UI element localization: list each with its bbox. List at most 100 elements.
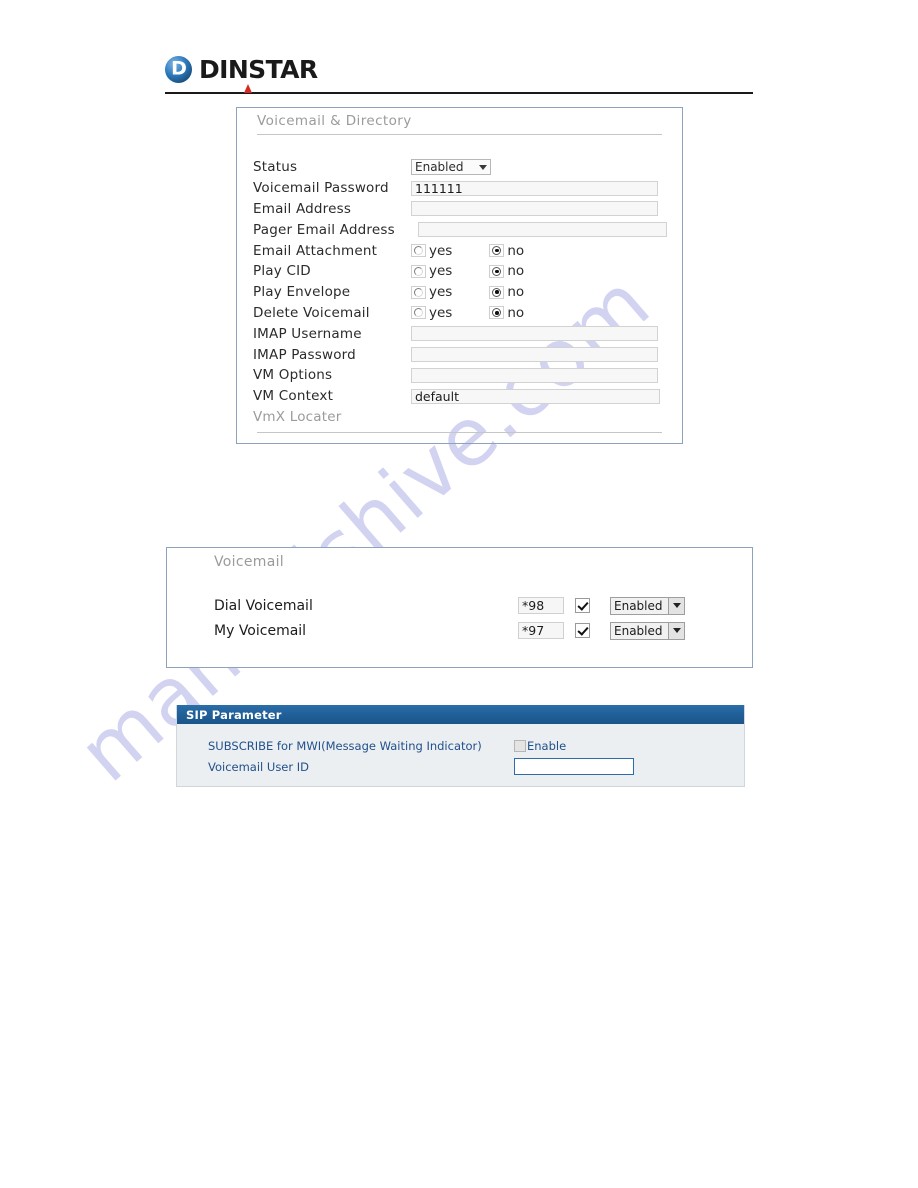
delete-voicemail-radio-no[interactable]: no (489, 305, 524, 321)
panel-title: Voicemail & Directory (257, 113, 412, 129)
label-delete-voicemail: Delete Voicemail (253, 304, 370, 321)
voicemail-directory-form: Status Enabled Voicemail Password 111111… (253, 157, 668, 427)
radio-unselected-icon (411, 244, 426, 258)
form-row-email-address: Email Address (253, 199, 668, 220)
vm-options-input[interactable] (411, 367, 658, 383)
panel-title: SIP Parameter (186, 707, 282, 722)
sip-parameter-body: SUBSCRIBE for MWI(Message Waiting Indica… (177, 724, 744, 775)
label-vm-context: VM Context (253, 388, 334, 405)
radio-label-no: no (507, 284, 525, 301)
radio-label-yes: yes (429, 304, 453, 321)
radio-label-yes: yes (429, 284, 453, 301)
play-cid-radio-yes[interactable]: yes (411, 263, 452, 279)
radio-selected-icon (489, 244, 505, 258)
subscribe-mwi-checkbox[interactable] (514, 739, 526, 752)
radio-label-yes: yes (429, 242, 453, 259)
vm-context-input[interactable]: default (411, 388, 660, 404)
imap-password-input[interactable] (411, 347, 658, 363)
label-imap-password: IMAP Password (253, 346, 356, 363)
email-address-input[interactable] (411, 201, 658, 217)
radio-unselected-icon (411, 264, 426, 278)
radio-label-yes: yes (429, 263, 453, 280)
subscribe-mwi-enable-label: Enable (527, 738, 567, 753)
radio-label-no: no (507, 304, 525, 321)
panel-title-divider (257, 134, 662, 135)
delete-voicemail-radio-yes[interactable]: yes (411, 305, 452, 321)
label-email-address: Email Address (253, 200, 352, 217)
logo-accent-triangle-icon (244, 84, 252, 93)
label-vm-options: VM Options (253, 367, 333, 384)
play-envelope-radio-yes[interactable]: yes (411, 284, 452, 300)
panel-bottom-divider (257, 432, 662, 433)
label-play-envelope: Play Envelope (253, 284, 351, 301)
pager-email-address-input[interactable] (418, 222, 667, 238)
email-attachment-radio-yes[interactable]: yes (411, 243, 452, 259)
label-voicemail-user-id: Voicemail User ID (208, 759, 310, 774)
my-voicemail-code-input[interactable]: *97 (518, 622, 564, 639)
label-vmx-locater: VmX Locater (253, 408, 342, 425)
form-row-vmx-locater: VmX Locater (253, 407, 668, 428)
form-row-delete-voicemail: Delete Voicemail yes no (253, 303, 668, 324)
label-voicemail-password: Voicemail Password (253, 180, 389, 197)
panel-title: Voicemail (214, 554, 284, 570)
dial-voicemail-status-value: Enabled (614, 598, 663, 613)
radio-selected-icon (489, 264, 505, 278)
dial-voicemail-checkbox[interactable] (575, 598, 590, 613)
my-voicemail-status-value: Enabled (614, 623, 663, 638)
radio-unselected-icon (411, 285, 426, 299)
voicemail-user-id-input[interactable] (514, 758, 634, 775)
label-subscribe-mwi: SUBSCRIBE for MWI(Message Waiting Indica… (208, 738, 482, 753)
imap-username-input[interactable] (411, 326, 658, 342)
form-row-email-attachment: Email Attachment yes no (253, 240, 668, 261)
form-row-play-cid: Play CID yes no (253, 261, 668, 282)
email-attachment-radio-no[interactable]: no (489, 243, 524, 259)
chevron-down-icon (479, 164, 487, 170)
panel-voicemail: Voicemail Dial Voicemail *98 Enabled My … (166, 547, 753, 668)
radio-selected-icon (489, 306, 505, 320)
panel-voicemail-directory: Voicemail & Directory Status Enabled Voi… (236, 107, 683, 444)
status-select-value: Enabled (415, 160, 464, 175)
form-row-voicemail-user-id: Voicemail User ID (208, 758, 744, 775)
dial-voicemail-status-select[interactable]: Enabled (610, 596, 685, 615)
label-imap-username: IMAP Username (253, 325, 362, 342)
label-email-attachment: Email Attachment (253, 242, 378, 259)
sip-parameter-header: SIP Parameter (177, 705, 744, 724)
form-row-pager-email-address: Pager Email Address (253, 219, 668, 240)
header-divider (165, 92, 753, 94)
label-pager-email-address: Pager Email Address (253, 221, 395, 238)
voicemail-password-input[interactable]: 111111 (411, 180, 658, 196)
form-row-subscribe-mwi: SUBSCRIBE for MWI(Message Waiting Indica… (208, 737, 744, 754)
my-voicemail-status-select[interactable]: Enabled (610, 621, 685, 640)
email-attachment-radio-group: yes no (411, 243, 524, 259)
brand-logo: DINSTAR (165, 48, 753, 93)
panel-sip-parameter: SIP Parameter SUBSCRIBE for MWI(Message … (176, 705, 745, 787)
brand-wordmark: DINSTAR (199, 54, 318, 84)
play-cid-radio-group: yes no (411, 263, 524, 279)
dinstar-globe-d-icon (165, 55, 192, 83)
radio-selected-icon (489, 285, 505, 299)
label-play-cid: Play CID (253, 263, 311, 280)
radio-label-no: no (507, 263, 525, 280)
table-row: My Voicemail *97 Enabled (214, 618, 719, 643)
my-voicemail-checkbox[interactable] (575, 623, 590, 638)
label-dial-voicemail: Dial Voicemail (214, 597, 313, 614)
form-row-status: Status Enabled (253, 157, 668, 178)
form-row-imap-username: IMAP Username (253, 323, 668, 344)
label-status: Status (253, 159, 298, 176)
table-row: Dial Voicemail *98 Enabled (214, 593, 719, 618)
radio-unselected-icon (411, 306, 426, 320)
form-row-vm-options: VM Options (253, 365, 668, 386)
radio-label-no: no (507, 242, 525, 259)
form-row-vm-context: VM Context default (253, 386, 668, 407)
status-select[interactable]: Enabled (411, 159, 491, 176)
form-row-play-envelope: Play Envelope yes no (253, 282, 668, 303)
form-row-voicemail-password: Voicemail Password 111111 (253, 178, 668, 199)
voicemail-feature-list: Dial Voicemail *98 Enabled My Voicemail … (214, 593, 719, 643)
chevron-down-icon (668, 622, 684, 639)
delete-voicemail-radio-group: yes no (411, 305, 524, 321)
dial-voicemail-code-input[interactable]: *98 (518, 597, 564, 614)
play-envelope-radio-no[interactable]: no (489, 284, 524, 300)
play-cid-radio-no[interactable]: no (489, 263, 524, 279)
form-row-imap-password: IMAP Password (253, 344, 668, 365)
label-my-voicemail: My Voicemail (214, 622, 307, 639)
